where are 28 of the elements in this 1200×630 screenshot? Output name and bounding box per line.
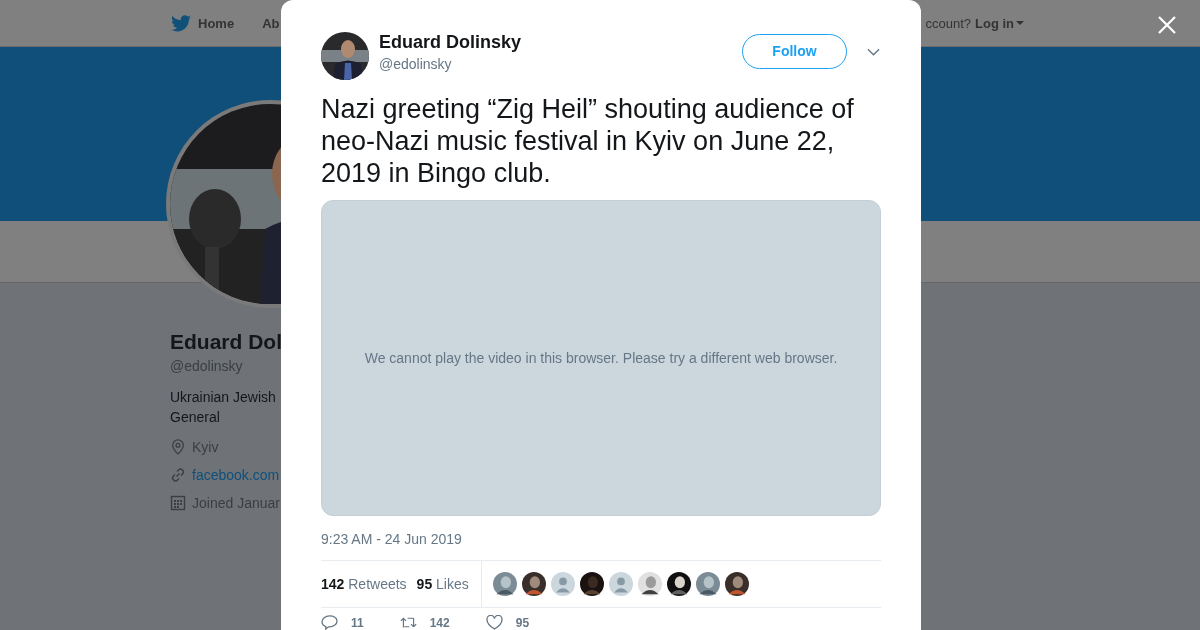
stat-link[interactable]: 95 Likes (416, 576, 469, 592)
action-count: 142 (429, 615, 450, 630)
account-prompt: ccount? (925, 15, 971, 31)
stat-link[interactable]: 142 Retweets (321, 576, 407, 592)
profile-bio-line: Ukrainian Jewish (170, 388, 276, 407)
location-pin-icon (170, 438, 186, 455)
profile-bio-line: General (170, 408, 220, 427)
tweet-timestamp: 9:23 AM - 24 Jun 2019 (321, 531, 463, 547)
tweet-text: Nazi greeting “Zig Heil” shouting audience of neo-Nazi music festival in Kyiv on June 22, 2019 in Bingo club. (321, 93, 855, 189)
profile-link[interactable]: facebook.com (192, 466, 280, 483)
heart-icon[interactable] (485, 615, 503, 630)
video-error-message: We cannot play the video in this browser. Please try a different web browser. (364, 350, 838, 366)
author-name[interactable]: Eduard Dolinsky (379, 32, 522, 53)
action-count: 95 (515, 615, 530, 630)
author-handle[interactable]: @edolinsky (379, 56, 522, 72)
chevron-down-icon[interactable] (867, 48, 880, 56)
login-link[interactable]: Log in (975, 15, 1024, 31)
action-count: 11 (351, 615, 364, 630)
link-icon (170, 466, 186, 483)
retweet-icon[interactable] (399, 615, 417, 630)
calendar-icon (170, 494, 186, 511)
nav-link[interactable]: Ab (262, 15, 280, 31)
follow-button[interactable]: Follow (742, 33, 847, 69)
nav-link[interactable]: Home (198, 15, 235, 31)
caret-icon (1016, 21, 1024, 25)
reply-icon[interactable] (321, 615, 338, 630)
close-icon[interactable] (1158, 16, 1176, 34)
profile-name: Eduard Dol (170, 330, 282, 354)
